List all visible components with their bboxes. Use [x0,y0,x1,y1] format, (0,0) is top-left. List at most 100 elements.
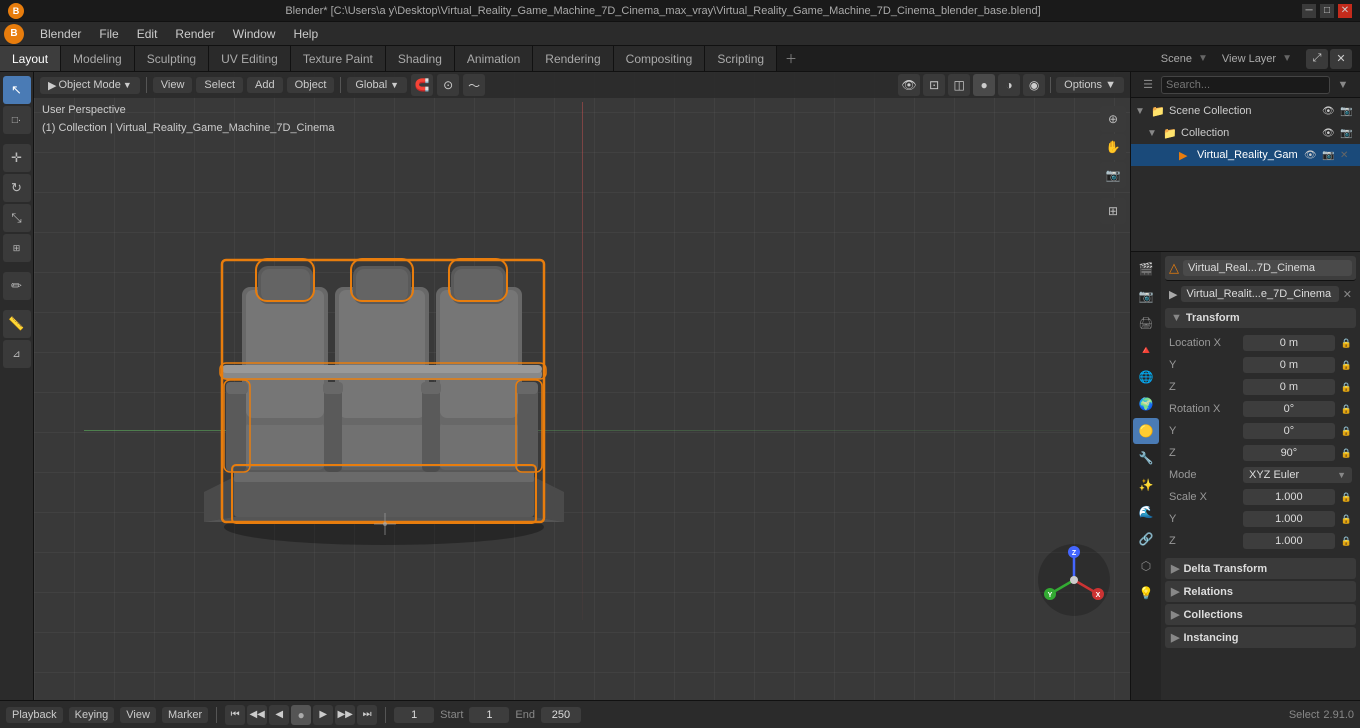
window-controls[interactable]: ─ □ ✕ [1302,4,1352,18]
render-props-tab[interactable]: 📷 [1133,283,1159,309]
viewport[interactable]: ▶ Object Mode ▼ View Select Add Object G… [34,72,1130,700]
scale-y-lock[interactable]: 🔒 [1341,514,1352,525]
rotation-y-field[interactable]: 0° [1243,423,1335,439]
rotation-z-field[interactable]: 90° [1243,445,1335,461]
playback-menu-btn[interactable]: Playback [6,707,63,723]
close-button[interactable]: ✕ [1338,4,1352,18]
outliner-menu-btn[interactable]: ☰ [1137,74,1159,96]
tab-layout[interactable]: Layout [0,46,61,71]
proportional-icon[interactable]: 〜 [463,74,485,96]
tab-compositing[interactable]: Compositing [614,46,706,71]
fullscreen-button[interactable]: ⤢ [1306,49,1328,69]
eye-icon-2[interactable]: 👁 [1322,128,1338,139]
blender-logo[interactable]: B [4,24,24,44]
render-shading[interactable]: ◉ [1023,74,1045,96]
location-y-lock[interactable]: 🔒 [1341,360,1352,371]
outliner-row-scene-collection[interactable]: ▼ 📁 Scene Collection 👁 📷 [1131,100,1360,122]
transform-dropdown[interactable]: Global ▼ [347,77,407,93]
eye-icon-3[interactable]: 👁 [1304,150,1320,161]
outliner-search[interactable] [1161,76,1330,94]
data-tab[interactable]: ⬡ [1133,553,1159,579]
rotation-y-lock[interactable]: 🔒 [1341,426,1352,437]
add-menu-btn[interactable]: Add [247,77,283,93]
tab-sculpting[interactable]: Sculpting [135,46,209,71]
object-name-field[interactable]: Virtual_Real...7D_Cinema [1183,260,1352,276]
menu-help[interactable]: Help [285,25,326,43]
location-z-lock[interactable]: 🔒 [1341,382,1352,393]
zoom-in-button[interactable]: ⊕ [1100,106,1126,132]
menu-file[interactable]: File [91,25,126,43]
marker-menu-btn[interactable]: Marker [162,707,208,723]
end-frame-field[interactable]: 250 [541,707,581,723]
tab-rendering[interactable]: Rendering [533,46,613,71]
view-menu-btn-tl[interactable]: View [120,707,156,723]
menu-render[interactable]: Render [167,25,222,43]
scale-y-field[interactable]: 1.000 [1243,511,1335,527]
step-fwd-btn[interactable]: ▶▶ [335,705,355,725]
measure-tool[interactable]: 📏 [3,310,31,338]
menu-edit[interactable]: Edit [129,25,166,43]
options-menu[interactable]: Options ▼ [1056,77,1124,93]
location-x-lock[interactable]: 🔒 [1341,338,1352,349]
scene-tab[interactable]: 🌐 [1133,364,1159,390]
tab-shading[interactable]: Shading [386,46,455,71]
location-z-field[interactable]: 0 m [1243,379,1335,395]
jump-end-btn[interactable]: ⏭ [357,705,377,725]
mode-dropdown[interactable]: ▶ Object Mode ▼ [40,77,140,94]
proportional-edit[interactable]: ⊙ [437,74,459,96]
add-workspace-button[interactable]: ＋ [777,46,805,71]
data-options-icon[interactable]: ✕ [1343,288,1352,301]
maximize-button[interactable]: □ [1320,4,1334,18]
tab-texture-paint[interactable]: Texture Paint [291,46,386,71]
outliner-filter-btn[interactable]: ▼ [1332,74,1354,96]
eye-icon[interactable]: 👁 [1322,106,1338,117]
collection-button[interactable]: ⊞ [1100,198,1126,224]
relations-header[interactable]: ▶ Relations [1165,581,1356,602]
modifier-tab[interactable]: 🔧 [1133,445,1159,471]
overlay-toggle[interactable]: 👁 [898,74,920,96]
view-layer-selector[interactable]: View Layer [1222,53,1276,65]
transform-header[interactable]: ▼ Transform [1165,308,1356,328]
select-menu-btn[interactable]: Select [196,77,243,93]
outliner-options-icon[interactable]: ✕ [1340,150,1356,161]
scale-z-lock[interactable]: 🔒 [1341,536,1352,547]
scale-x-field[interactable]: 1.000 [1243,489,1335,505]
scale-tool[interactable]: ⤡ [3,204,31,232]
jump-prev-btn[interactable]: ◀◀ [247,705,267,725]
current-frame-field[interactable]: 1 [394,707,434,723]
pan-button[interactable]: ✋ [1100,134,1126,160]
start-frame-field[interactable]: 1 [469,707,509,723]
select-box-tool[interactable]: □· [3,106,31,134]
menu-window[interactable]: Window [225,25,284,43]
output-props-tab[interactable]: 🖨 [1133,310,1159,336]
move-tool[interactable]: ✛ [3,144,31,172]
collections-header[interactable]: ▶ Collections [1165,604,1356,625]
wireframe-shading[interactable]: ◫ [948,74,970,96]
rotation-mode-field[interactable]: XYZ Euler▼ [1243,467,1352,483]
rotation-z-lock[interactable]: 🔒 [1341,448,1352,459]
location-y-field[interactable]: 0 m [1243,357,1335,373]
instancing-header[interactable]: ▶ Instancing [1165,627,1356,648]
navigation-gizmo[interactable]: Z X Y [1034,540,1114,620]
view-menu-btn[interactable]: View [153,77,193,93]
minimize-button[interactable]: ─ [1302,4,1316,18]
solid-shading[interactable]: ● [973,74,995,96]
physics-tab[interactable]: 🌊 [1133,499,1159,525]
constraints-tab[interactable]: 🔗 [1133,526,1159,552]
scene-props-tab[interactable]: 🎬 [1133,256,1159,282]
scene-selector[interactable]: Scene [1161,53,1192,65]
transform-tool[interactable]: ⊞ [3,234,31,262]
xray-toggle[interactable]: ⊡ [923,74,945,96]
add-tool[interactable]: ⊿ [3,340,31,368]
play-btn[interactable]: ▶ [313,705,333,725]
step-back-btn[interactable]: ◀ [269,705,289,725]
jump-start-btn[interactable]: ⏮ [225,705,245,725]
particles-tab[interactable]: ✨ [1133,472,1159,498]
material-tab[interactable]: 💡 [1133,580,1159,606]
outliner-row-collection[interactable]: ▼ 📁 Collection 👁 📷 [1131,122,1360,144]
camera-button[interactable]: 📷 [1100,162,1126,188]
data-name-field[interactable]: Virtual_Realit...e_7D_Cinema [1181,286,1338,302]
scale-x-lock[interactable]: 🔒 [1341,492,1352,503]
scene-settings-button[interactable]: ✕ [1330,49,1352,69]
annotate-tool[interactable]: ✏ [3,272,31,300]
